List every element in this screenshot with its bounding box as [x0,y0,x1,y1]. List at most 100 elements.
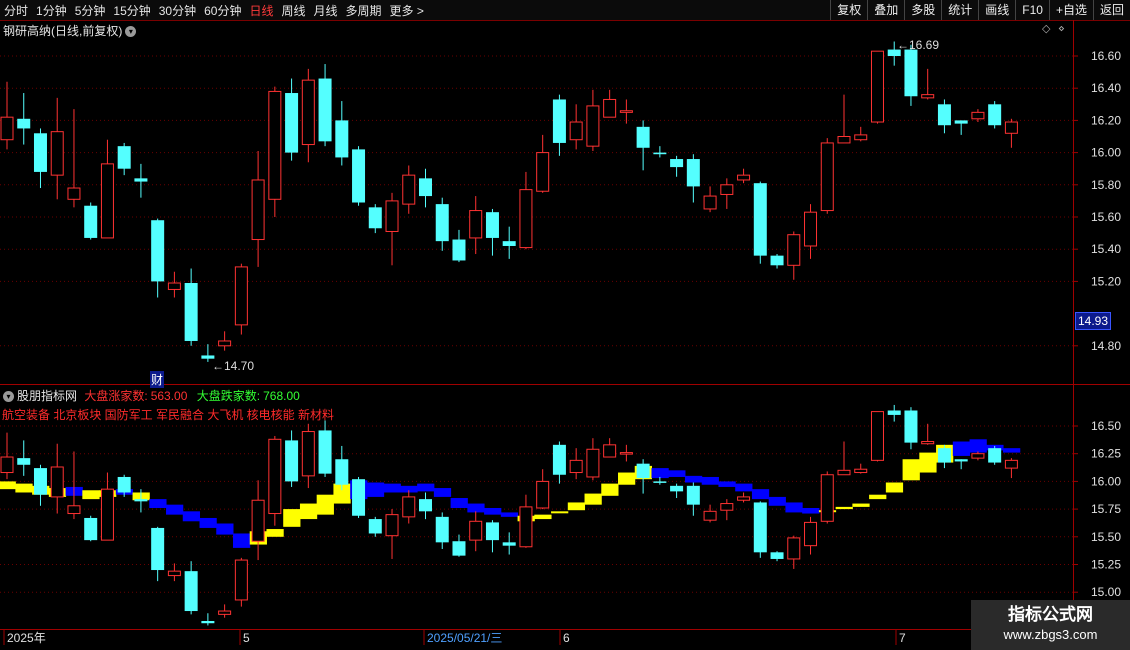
main-candle-down [937,104,951,126]
main-price-tick: 15.40 [1091,242,1121,256]
indicator-band-segment [785,502,803,513]
indicator-candle-down [770,552,784,559]
main-candle-up [251,179,265,241]
indicator-candle-up [50,466,64,498]
indicator-candle-up [234,559,248,601]
indicator-candle-up [268,438,282,515]
main-candle-down [452,239,466,261]
main-candle-up [0,116,14,141]
indicator-band-segment [534,514,552,520]
watermark-url: www.zbgs3.com [1003,627,1098,642]
indicator-candle-down [117,476,131,493]
indicator-band-segment [701,476,719,485]
indicator-candle-down [84,517,98,541]
indicator-band-segment [969,439,987,453]
indicator-candle-up [787,537,801,560]
main-candle-up [870,50,884,123]
indicator-candle-down [452,541,466,556]
indicator-candle-down [285,440,299,482]
indicator-candle-up [469,520,483,541]
indicator-band-segment [885,482,904,493]
indicator-band-segment [584,493,602,505]
main-candle-down [134,178,148,182]
indicator-candle-down [485,522,499,541]
indicator-band-segment [82,490,100,500]
low-price-label: ←14.70 [212,359,255,373]
main-candle-up [218,340,232,347]
indicator-band-segment [467,503,485,513]
main-price-tick: 16.60 [1091,49,1121,63]
indicator-band-segment [266,529,284,537]
main-candle-up [50,131,64,176]
indicator-candle-up [804,521,818,547]
main-candle-down [770,255,784,266]
indicator-band-segment [199,517,217,528]
indicator-candle-up [167,570,181,577]
indicator-band-segment [450,498,468,508]
indicator-candle-down [201,621,215,624]
main-candle-up [234,266,248,326]
main-candle-down [352,149,366,203]
indicator-candle-down [335,459,349,485]
main-candle-up [837,136,851,144]
indicator-candle-down [33,468,47,495]
indicator-band-segment [166,504,184,515]
main-price-tick: 16.40 [1091,81,1121,95]
indicator-band-segment [718,481,736,487]
main-candle-down [502,241,516,246]
main-candle-up [804,211,818,247]
indicator-band-segment [15,483,33,493]
main-candle-down [117,146,131,169]
main-price-tick: 16.00 [1091,146,1121,160]
indicator-band-segment [768,496,786,506]
indicator-candle-up [870,411,884,461]
watermark-title: 指标公式网 [1008,605,1093,624]
main-candle-down [151,220,165,282]
indicator-band-segment [651,468,669,479]
main-candle-down [33,133,47,172]
indicator-band-segment [902,459,920,481]
indicator-candle-up [569,459,583,474]
main-candle-up [720,184,734,195]
indicator-candle-down [653,481,667,483]
main-candle-down [904,49,918,97]
indicator-band-segment [316,494,334,515]
indicator-candle-down [368,519,382,534]
indicator-band-segment [299,503,318,520]
indicator-candle-up [603,444,617,458]
indicator-candle-up [586,448,600,478]
indicator-candle-up [619,452,633,455]
indicator-band-segment [551,511,569,514]
indicator-band-segment [417,483,435,492]
indicator-candle-down [352,479,366,516]
indicator-candle-down [753,502,767,553]
indicator-candle-down [552,444,566,475]
indicator-candle-up [737,496,751,501]
indicator-candle-up [67,505,81,515]
indicator-band-segment [852,503,870,507]
indicator-candle-down [17,458,31,465]
main-candle-down [485,212,499,238]
time-label: 2025/05/21/三 [427,631,502,645]
time-label: 6 [563,631,570,645]
main-candle-down [318,78,332,142]
indicator-candle-down [435,516,449,543]
main-candle-up [603,98,617,118]
indicator-band-segment [216,523,234,535]
main-candle-down [753,183,767,256]
finance-marker[interactable]: 财 [150,371,165,388]
indicator-price-tick: 16.00 [1091,474,1121,488]
main-candle-down [285,93,299,153]
indicator-candle-down [134,499,148,502]
main-price-tick: 14.80 [1091,339,1121,353]
main-price-tick: 15.60 [1091,210,1121,224]
kline-chart[interactable]: 16.60 16.40 16.20 16.00 15.80 15.60 15.40 15.20… [0,0,1130,650]
indicator-band-segment [601,483,619,496]
main-candle-up [268,90,282,200]
time-label: 7 [899,631,906,645]
main-candle-down [670,159,684,168]
indicator-band-segment [684,475,703,483]
main-candle-down [954,120,968,124]
main-candle-up [469,210,483,239]
indicator-candle-down [636,463,650,479]
